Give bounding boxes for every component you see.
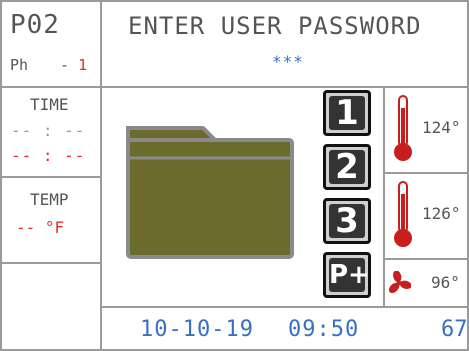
right-divider-2 bbox=[383, 258, 469, 260]
phase-indicator: - 1 bbox=[60, 56, 87, 74]
step-2-button[interactable]: 2 bbox=[323, 144, 371, 190]
temp-value: -- °F bbox=[16, 218, 65, 237]
phase-dash: - bbox=[60, 56, 70, 74]
password-prompt: ENTER USER PASSWORD bbox=[128, 12, 422, 40]
fan-icon bbox=[388, 271, 411, 294]
left-column-divider bbox=[100, 0, 102, 351]
step-2-label: 2 bbox=[329, 150, 365, 184]
folder-icon[interactable] bbox=[125, 120, 295, 260]
thermometer-icon bbox=[394, 95, 412, 161]
status-time: 09:50 bbox=[288, 317, 360, 342]
thermometer-icon bbox=[394, 181, 412, 247]
password-field[interactable]: *** bbox=[272, 52, 304, 71]
step-1-label: 1 bbox=[329, 96, 365, 130]
step-3-button[interactable]: 3 bbox=[323, 198, 371, 244]
step-plus-button[interactable]: P+ bbox=[323, 252, 371, 298]
step-plus-label: P+ bbox=[329, 258, 370, 292]
program-number[interactable]: P02 bbox=[10, 10, 60, 40]
left-divider-3 bbox=[0, 262, 100, 264]
temp-label: TEMP bbox=[30, 190, 69, 209]
fan-value: 96° bbox=[431, 273, 460, 292]
time-line-2: -- : -- bbox=[11, 146, 86, 165]
sensor-2-value: 126° bbox=[422, 204, 461, 223]
right-column-divider bbox=[383, 86, 385, 306]
phase-value: 1 bbox=[78, 56, 88, 74]
left-divider-2 bbox=[0, 176, 100, 178]
status-divider bbox=[100, 306, 469, 308]
step-1-button[interactable]: 1 bbox=[323, 90, 371, 136]
border-top bbox=[0, 0, 469, 2]
time-line-1: -- : -- bbox=[11, 121, 86, 140]
header-divider bbox=[100, 86, 469, 88]
status-date: 10-10-19 bbox=[140, 317, 254, 342]
phase-label: Ph bbox=[10, 56, 29, 74]
step-3-label: 3 bbox=[329, 204, 365, 238]
status-counter: 67 bbox=[441, 317, 468, 342]
left-divider-1 bbox=[0, 86, 100, 88]
right-divider-1 bbox=[383, 172, 469, 174]
time-label: TIME bbox=[30, 95, 69, 114]
controller-screen: P02 Ph - 1 TIME -- : -- -- : -- TEMP -- … bbox=[0, 0, 469, 351]
sensor-1-value: 124° bbox=[422, 118, 461, 137]
